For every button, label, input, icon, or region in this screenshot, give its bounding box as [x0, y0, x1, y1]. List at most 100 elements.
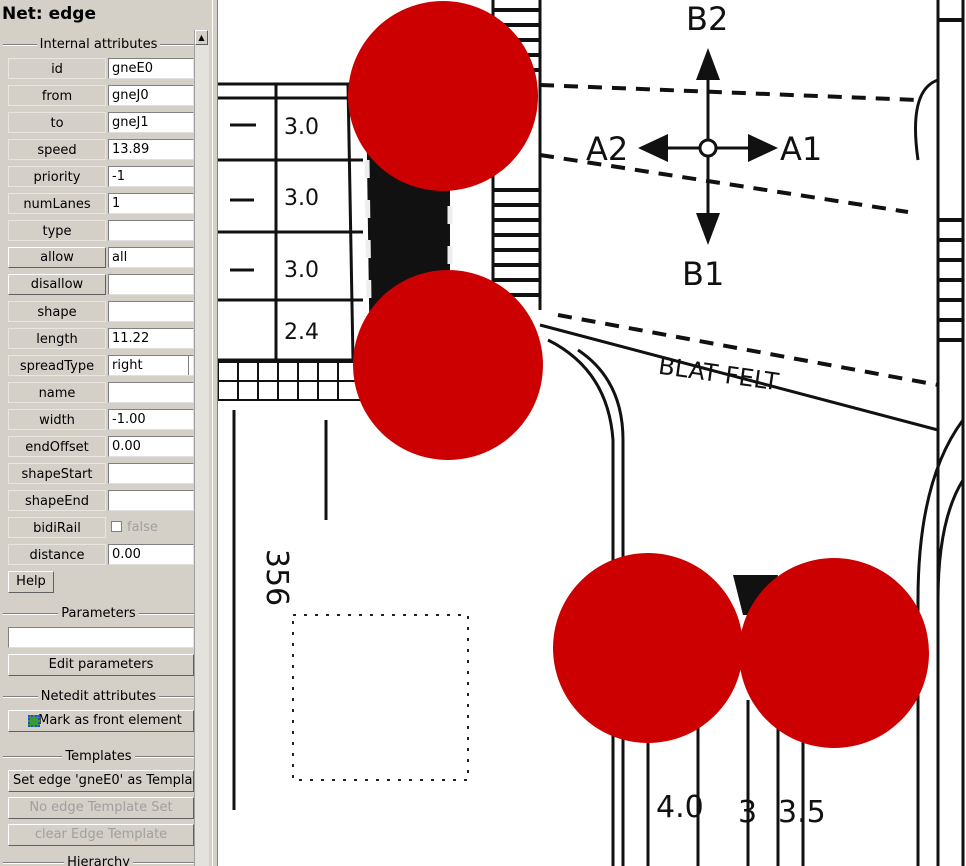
- attribute-row-name: name: [8, 382, 194, 404]
- attribute-row-numlanes: numLanes 1: [8, 193, 194, 215]
- bidirail-checkbox-label: false: [127, 520, 158, 535]
- netedit-attributes-title: Netedit attributes: [37, 689, 160, 704]
- attribute-input-shapeend[interactable]: [108, 490, 194, 511]
- clear-template-button: clear Edge Template: [8, 824, 194, 846]
- attribute-input-shapestart[interactable]: [108, 463, 194, 484]
- attribute-label-to: to: [8, 112, 106, 133]
- attribute-value-distance: 0.00: [112, 547, 141, 562]
- attribute-input-numlanes[interactable]: 1: [108, 193, 194, 214]
- attribute-value-allow: all: [112, 250, 128, 265]
- attribute-row-spreadtype: spreadType right: [8, 355, 194, 377]
- attribute-input-speed[interactable]: 13.89: [108, 139, 194, 160]
- attribute-label-width: width: [8, 409, 106, 430]
- lane-width-2: 3.0: [284, 186, 319, 211]
- attribute-label-shape: shape: [8, 301, 106, 322]
- attribute-value-to: gneJ1: [112, 115, 149, 130]
- attribute-row-shape: shape: [8, 301, 194, 323]
- map-label-a1: A1: [780, 130, 823, 168]
- map-label-a2: A2: [586, 130, 629, 168]
- attribute-label-type: type: [8, 220, 106, 241]
- attribute-row-from: from gneJ0: [8, 85, 194, 107]
- attribute-row-allow: allow all: [8, 247, 194, 269]
- attribute-input-distance[interactable]: 0.00: [108, 544, 194, 565]
- panel-scrollbar[interactable]: ▲: [194, 30, 209, 866]
- map-label-b1: B1: [682, 255, 725, 293]
- attribute-label-endoffset: endOffset: [8, 436, 106, 457]
- attributes-panel: Net: edge Internal attributes id gneE0 fro…: [0, 0, 212, 866]
- attribute-input-width[interactable]: -1.00: [108, 409, 194, 430]
- mark-front-button[interactable]: Mark as front element: [8, 710, 194, 732]
- spreadtype-dropdown-icon[interactable]: [188, 356, 193, 375]
- parameters-input[interactable]: [8, 627, 194, 648]
- panel-title: Net: edge: [2, 4, 96, 24]
- dimension-40: 4.0: [656, 790, 704, 825]
- attribute-row-distance: distance 0.00: [8, 544, 194, 566]
- attribute-row-bidirail: bidiRail false: [8, 517, 194, 539]
- junction-a[interactable]: [553, 553, 743, 743]
- internal-attributes-title: Internal attributes: [36, 37, 161, 52]
- attribute-label-shapeend: shapeEnd: [8, 490, 106, 511]
- attribute-row-length: length 11.22: [8, 328, 194, 350]
- templates-title: Templates: [62, 749, 135, 764]
- attribute-input-endoffset[interactable]: 0.00: [108, 436, 194, 457]
- attribute-row-to: to gneJ1: [8, 112, 194, 134]
- attribute-input-name[interactable]: [108, 382, 194, 403]
- attribute-row-type: type: [8, 220, 194, 242]
- attribute-label-id: id: [8, 58, 106, 79]
- help-button[interactable]: Help: [8, 571, 54, 593]
- network-canvas[interactable]: B2 B1 A1 A2 3.0 3.0 3.0 2.4 BLAT FELT 35…: [218, 0, 966, 866]
- attribute-value-endoffset: 0.00: [112, 439, 141, 454]
- attribute-input-length[interactable]: 11.22: [108, 328, 194, 349]
- front-element-icon: [28, 715, 40, 727]
- attribute-label-shapestart: shapeStart: [8, 463, 106, 484]
- attribute-label-bidirail: bidiRail: [8, 517, 106, 538]
- attribute-label-from: from: [8, 85, 106, 106]
- dimension-35: 3.5: [778, 795, 826, 830]
- attribute-input-shape[interactable]: [108, 301, 194, 322]
- attribute-row-shapestart: shapeStart: [8, 463, 194, 485]
- attribute-label-distance: distance: [8, 544, 106, 565]
- attribute-row-endoffset: endOffset 0.00: [8, 436, 194, 458]
- parameters-title: Parameters: [58, 606, 139, 621]
- hierarchy-group: Hierarchy: [3, 855, 194, 866]
- junction-gneJ1[interactable]: [353, 270, 543, 460]
- attribute-label-length: length: [8, 328, 106, 349]
- attribute-label-disallow[interactable]: disallow: [8, 274, 106, 295]
- lane-width-3: 3.0: [284, 258, 319, 283]
- attribute-input-from[interactable]: gneJ0: [108, 85, 194, 106]
- attribute-value-spreadtype: right: [112, 358, 143, 373]
- attribute-value-id: gneE0: [112, 61, 153, 76]
- junction-b[interactable]: [739, 558, 929, 748]
- edit-parameters-button[interactable]: Edit parameters: [8, 654, 194, 676]
- attribute-row-shapeend: shapeEnd: [8, 490, 194, 512]
- mark-front-label: Mark as front element: [38, 713, 182, 728]
- attribute-label-allow[interactable]: allow: [8, 247, 106, 268]
- scroll-up-arrow-icon[interactable]: ▲: [195, 30, 208, 45]
- attribute-row-speed: speed 13.89: [8, 139, 194, 161]
- attribute-value-from: gneJ0: [112, 88, 149, 103]
- attribute-value-numlanes: 1: [112, 196, 121, 211]
- attribute-row-priority: priority -1: [8, 166, 194, 188]
- attribute-label-priority: priority: [8, 166, 106, 187]
- bidirail-checkbox[interactable]: [111, 521, 122, 532]
- attribute-input-spreadtype[interactable]: right: [108, 355, 194, 376]
- attribute-input-to[interactable]: gneJ1: [108, 112, 194, 133]
- map-label-b2: B2: [686, 0, 729, 38]
- lane-width-4: 2.4: [284, 320, 319, 345]
- set-template-button[interactable]: Set edge 'gneE0' as Templat: [8, 770, 194, 792]
- junction-gneJ0[interactable]: [348, 1, 538, 191]
- attribute-label-speed: speed: [8, 139, 106, 160]
- attribute-input-priority[interactable]: -1: [108, 166, 194, 187]
- attribute-label-name: name: [8, 382, 106, 403]
- attribute-input-allow[interactable]: all: [108, 247, 194, 268]
- attribute-label-numlanes: numLanes: [8, 193, 106, 214]
- attribute-input-disallow[interactable]: [108, 274, 194, 295]
- attribute-input-id[interactable]: gneE0: [108, 58, 194, 79]
- attribute-value-speed: 13.89: [112, 142, 150, 157]
- lane-width-1: 3.0: [284, 115, 319, 140]
- attribute-input-type[interactable]: [108, 220, 194, 241]
- attribute-row-disallow: disallow: [8, 274, 194, 296]
- attribute-value-priority: -1: [112, 169, 125, 184]
- attribute-label-spreadtype: spreadType: [8, 355, 106, 376]
- attribute-row-width: width -1.00: [8, 409, 194, 431]
